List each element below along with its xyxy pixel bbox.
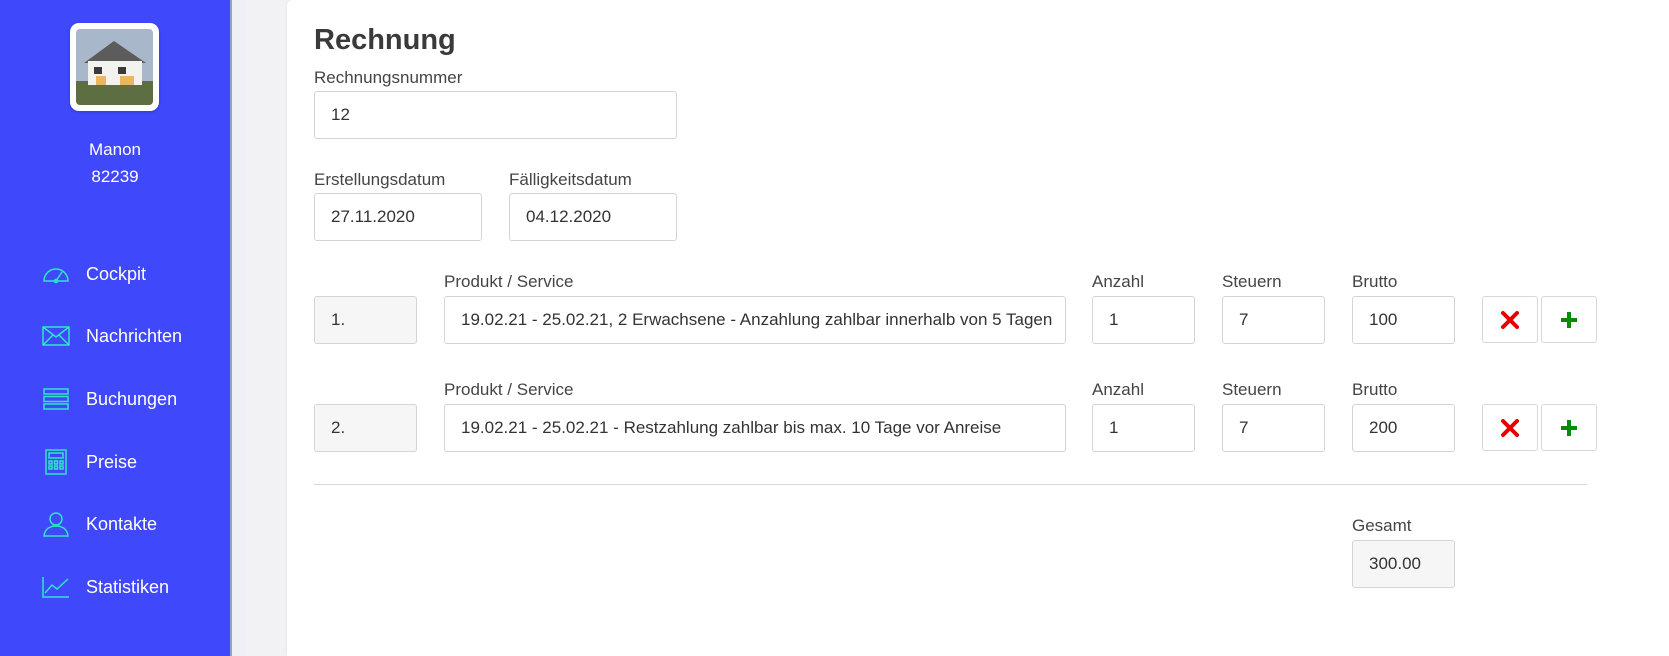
line-item-position: 2. bbox=[314, 404, 417, 452]
list-icon bbox=[40, 385, 72, 413]
nav-label: Preise bbox=[86, 451, 138, 472]
product-column-label: Produkt / Service bbox=[444, 272, 574, 291]
invoice-number-field[interactable]: 12 bbox=[314, 91, 677, 139]
created-date-label: Erstellungsdatum bbox=[314, 170, 446, 189]
gross-column-label: Brutto bbox=[1352, 380, 1398, 399]
nav-item-buchungen[interactable]: Buchungen bbox=[40, 382, 177, 416]
line-item-gross-field[interactable]: 200 bbox=[1352, 404, 1455, 452]
due-date-field[interactable]: 04.12.2020 bbox=[509, 193, 677, 241]
chart-line-icon bbox=[40, 573, 72, 601]
gross-column-label: Brutto bbox=[1352, 272, 1398, 291]
nav-item-preise[interactable]: Preise bbox=[40, 445, 137, 479]
nav-item-kontakte[interactable]: Kontakte bbox=[40, 507, 157, 541]
speedometer-icon bbox=[40, 260, 72, 288]
line-item-quantity-field[interactable]: 1 bbox=[1092, 404, 1195, 452]
tax-column-label: Steuern bbox=[1222, 272, 1282, 291]
calculator-icon bbox=[40, 448, 72, 476]
quantity-column-label: Anzahl bbox=[1092, 380, 1144, 399]
nav-label: Nachrichten bbox=[86, 325, 183, 346]
user-name: Manon bbox=[89, 140, 141, 159]
remove-line-button[interactable] bbox=[1482, 404, 1538, 451]
add-line-button[interactable] bbox=[1541, 404, 1597, 451]
line-item-tax-field[interactable]: 7 bbox=[1222, 296, 1325, 344]
line-item-product-field[interactable]: 19.02.21 - 25.02.21 - Restzahlung zahlba… bbox=[444, 404, 1066, 452]
line-item-position: 1. bbox=[314, 296, 417, 344]
line-item-product-field[interactable]: 19.02.21 - 25.02.21, 2 Erwachsene - Anza… bbox=[444, 296, 1066, 344]
nav-item-nachrichten[interactable]: Nachrichten bbox=[40, 319, 182, 353]
quantity-column-label: Anzahl bbox=[1092, 272, 1144, 291]
nav-label: Buchungen bbox=[86, 388, 178, 409]
invoice-number-label: Rechnungsnummer bbox=[314, 68, 463, 87]
add-line-button[interactable] bbox=[1541, 296, 1597, 343]
remove-line-button[interactable] bbox=[1482, 296, 1538, 343]
created-date-field[interactable]: 27.11.2020 bbox=[314, 193, 482, 241]
line-item-gross-field[interactable]: 100 bbox=[1352, 296, 1455, 344]
page-title: Rechnung bbox=[314, 24, 456, 56]
close-icon bbox=[1501, 418, 1519, 437]
envelope-icon bbox=[40, 322, 72, 350]
nav-label: Statistiken bbox=[86, 576, 170, 597]
nav-item-statistiken[interactable]: Statistiken bbox=[40, 570, 169, 604]
nav-label: Kontakte bbox=[86, 513, 158, 534]
line-item-quantity-field[interactable]: 1 bbox=[1092, 296, 1195, 344]
user-id: 82239 bbox=[91, 167, 139, 186]
total-field: 300.00 bbox=[1352, 540, 1455, 588]
tax-column-label: Steuern bbox=[1222, 380, 1282, 399]
plus-icon bbox=[1561, 311, 1577, 328]
nav-label: Cockpit bbox=[86, 263, 147, 284]
sidebar-scrollbar bbox=[230, 0, 247, 656]
avatar[interactable] bbox=[70, 23, 159, 111]
house-photo bbox=[76, 29, 153, 105]
due-date-label: Fälligkeitsdatum bbox=[509, 170, 632, 189]
product-column-label: Produkt / Service bbox=[444, 380, 574, 399]
close-icon bbox=[1501, 310, 1519, 329]
plus-icon bbox=[1561, 419, 1577, 436]
total-label: Gesamt bbox=[1352, 516, 1412, 535]
sidebar: Manon 82239 Cockpit Nachrichten Buchunge… bbox=[0, 0, 230, 656]
nav-item-cockpit[interactable]: Cockpit bbox=[40, 257, 146, 291]
line-item-tax-field[interactable]: 7 bbox=[1222, 404, 1325, 452]
user-icon bbox=[40, 510, 72, 538]
divider bbox=[314, 484, 1587, 485]
